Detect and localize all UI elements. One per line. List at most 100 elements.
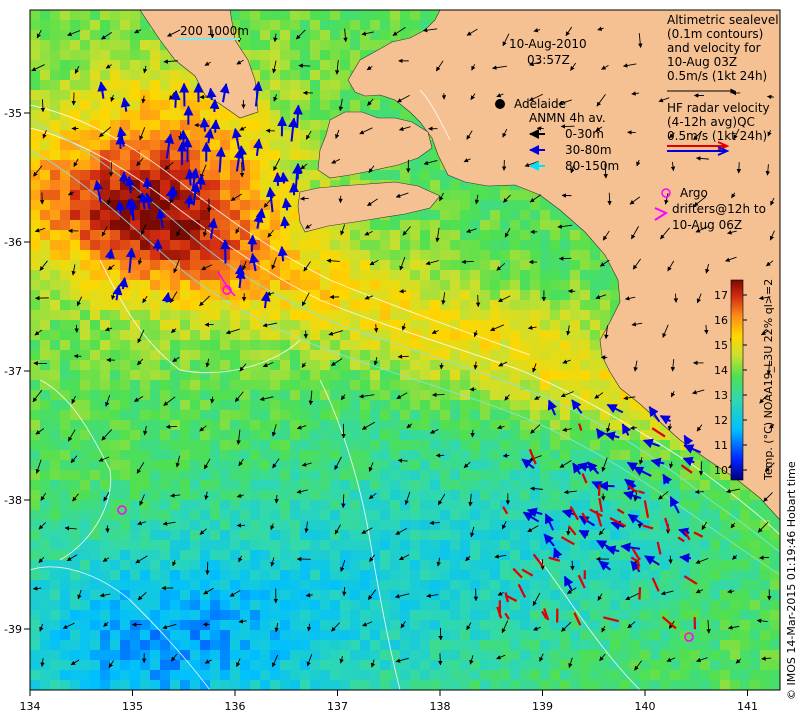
temperature-cell — [250, 670, 260, 680]
temperature-cell — [310, 290, 320, 300]
temperature-cell — [480, 320, 490, 330]
temperature-cell — [230, 390, 240, 400]
temperature-cell — [420, 340, 430, 350]
temperature-cell — [90, 140, 100, 150]
temperature-cell — [260, 570, 270, 580]
temperature-cell — [100, 10, 110, 20]
temperature-cell — [350, 570, 360, 580]
temperature-cell — [430, 540, 440, 550]
temperature-cell — [140, 410, 150, 420]
temperature-cell — [120, 450, 130, 460]
temperature-cell — [80, 200, 90, 210]
temperature-cell — [70, 390, 80, 400]
temperature-cell — [550, 270, 560, 280]
temperature-cell — [470, 590, 480, 600]
temperature-cell — [610, 570, 620, 580]
temperature-cell — [250, 350, 260, 360]
temperature-cell — [280, 100, 290, 110]
temperature-cell — [140, 460, 150, 470]
temperature-cell — [240, 410, 250, 420]
temperature-cell — [100, 110, 110, 120]
temperature-cell — [470, 450, 480, 460]
temperature-cell — [760, 530, 770, 540]
temperature-cell — [460, 470, 470, 480]
temperature-cell — [500, 330, 510, 340]
temperature-cell — [310, 620, 320, 630]
temperature-cell — [320, 530, 330, 540]
temperature-cell — [510, 550, 520, 560]
temperature-cell — [590, 590, 600, 600]
temperature-cell — [500, 450, 510, 460]
temperature-cell — [70, 100, 80, 110]
temperature-cell — [110, 610, 120, 620]
temperature-cell — [90, 10, 100, 20]
temperature-cell — [350, 590, 360, 600]
temperature-cell — [550, 630, 560, 640]
temperature-cell — [70, 80, 80, 90]
temperature-cell — [270, 580, 280, 590]
temperature-cell — [260, 510, 270, 520]
temperature-cell — [130, 120, 140, 130]
temperature-cell — [230, 540, 240, 550]
temperature-cell — [550, 220, 560, 230]
temperature-cell — [130, 520, 140, 530]
temperature-cell — [560, 460, 570, 470]
temperature-cell — [260, 420, 270, 430]
temperature-cell — [400, 670, 410, 680]
temperature-cell — [340, 50, 350, 60]
temperature-cell — [170, 390, 180, 400]
temperature-cell — [260, 410, 270, 420]
temperature-cell — [310, 110, 320, 120]
temperature-cell — [210, 460, 220, 470]
temperature-cell — [70, 200, 80, 210]
temperature-cell — [460, 540, 470, 550]
temperature-cell — [560, 360, 570, 370]
temperature-cell — [540, 250, 550, 260]
temperature-cell — [90, 630, 100, 640]
temperature-cell — [380, 220, 390, 230]
temperature-cell — [120, 420, 130, 430]
temperature-cell — [280, 660, 290, 670]
temperature-cell — [340, 400, 350, 410]
temperature-cell — [50, 530, 60, 540]
temperature-cell — [180, 630, 190, 640]
temperature-cell — [200, 330, 210, 340]
temperature-cell — [230, 500, 240, 510]
temperature-cell — [360, 420, 370, 430]
temperature-cell — [80, 640, 90, 650]
temperature-cell — [80, 430, 90, 440]
temperature-cell — [240, 40, 250, 50]
temperature-cell — [310, 520, 320, 530]
temperature-cell — [300, 60, 310, 70]
temperature-cell — [220, 120, 230, 130]
temperature-cell — [120, 610, 130, 620]
temperature-cell — [80, 270, 90, 280]
temperature-cell — [420, 650, 430, 660]
temperature-cell — [140, 310, 150, 320]
temperature-cell — [90, 30, 100, 40]
temperature-cell — [170, 600, 180, 610]
temperature-cell — [620, 610, 630, 620]
temperature-cell — [450, 540, 460, 550]
temperature-cell — [350, 410, 360, 420]
temperature-cell — [290, 400, 300, 410]
temperature-cell — [50, 560, 60, 570]
temperature-cell — [380, 20, 390, 30]
temperature-cell — [220, 360, 230, 370]
temperature-cell — [540, 630, 550, 640]
temperature-cell — [350, 30, 360, 40]
temperature-cell — [60, 70, 70, 80]
temperature-cell — [60, 640, 70, 650]
temperature-cell — [170, 110, 180, 120]
temperature-cell — [400, 560, 410, 570]
temperature-cell — [500, 480, 510, 490]
temperature-cell — [500, 550, 510, 560]
temperature-cell — [80, 100, 90, 110]
temperature-cell — [510, 370, 520, 380]
temperature-cell — [280, 600, 290, 610]
temperature-cell — [120, 640, 130, 650]
temperature-cell — [230, 570, 240, 580]
temperature-cell — [120, 330, 130, 340]
temperature-cell — [90, 260, 100, 270]
temperature-cell — [30, 500, 40, 510]
